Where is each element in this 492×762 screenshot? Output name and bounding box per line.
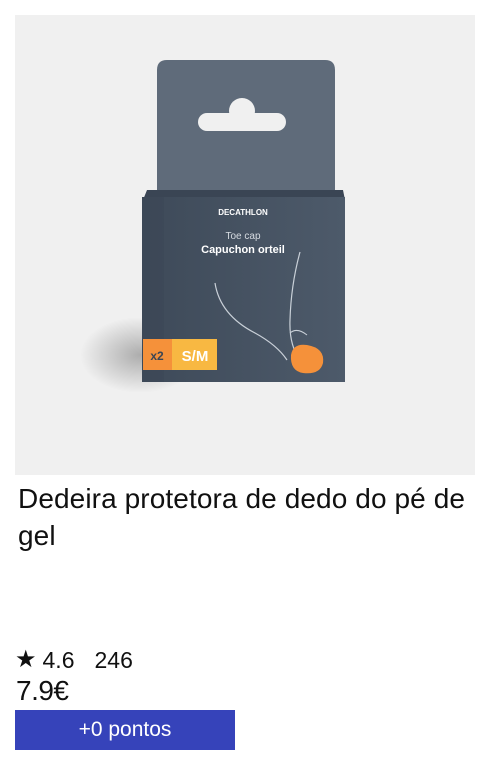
star-icon: ★: [15, 646, 37, 673]
product-title[interactable]: Dedeira protetora de dedo do pé de gel: [18, 480, 468, 554]
product-card[interactable]: DECATHLON Toe cap Capuchon orteil x2 S/M…: [0, 0, 492, 762]
package-label-en: Toe cap: [225, 231, 260, 242]
package-brand-text: DECATHLON: [218, 208, 268, 217]
rating-count: 246: [94, 646, 133, 673]
product-image[interactable]: DECATHLON Toe cap Capuchon orteil x2 S/M: [15, 15, 475, 475]
package-size: S/M: [182, 348, 209, 365]
product-package-illustration: DECATHLON Toe cap Capuchon orteil x2 S/M: [80, 60, 345, 393]
rating-value: 4.6: [42, 646, 75, 673]
points-button[interactable]: +0 pontos: [15, 710, 235, 750]
product-price: 7.9€: [16, 675, 69, 706]
package-quantity: x2: [150, 349, 164, 363]
package-label-fr: Capuchon orteil: [201, 244, 285, 256]
product-rating: ★ 4.6 246: [15, 645, 133, 675]
